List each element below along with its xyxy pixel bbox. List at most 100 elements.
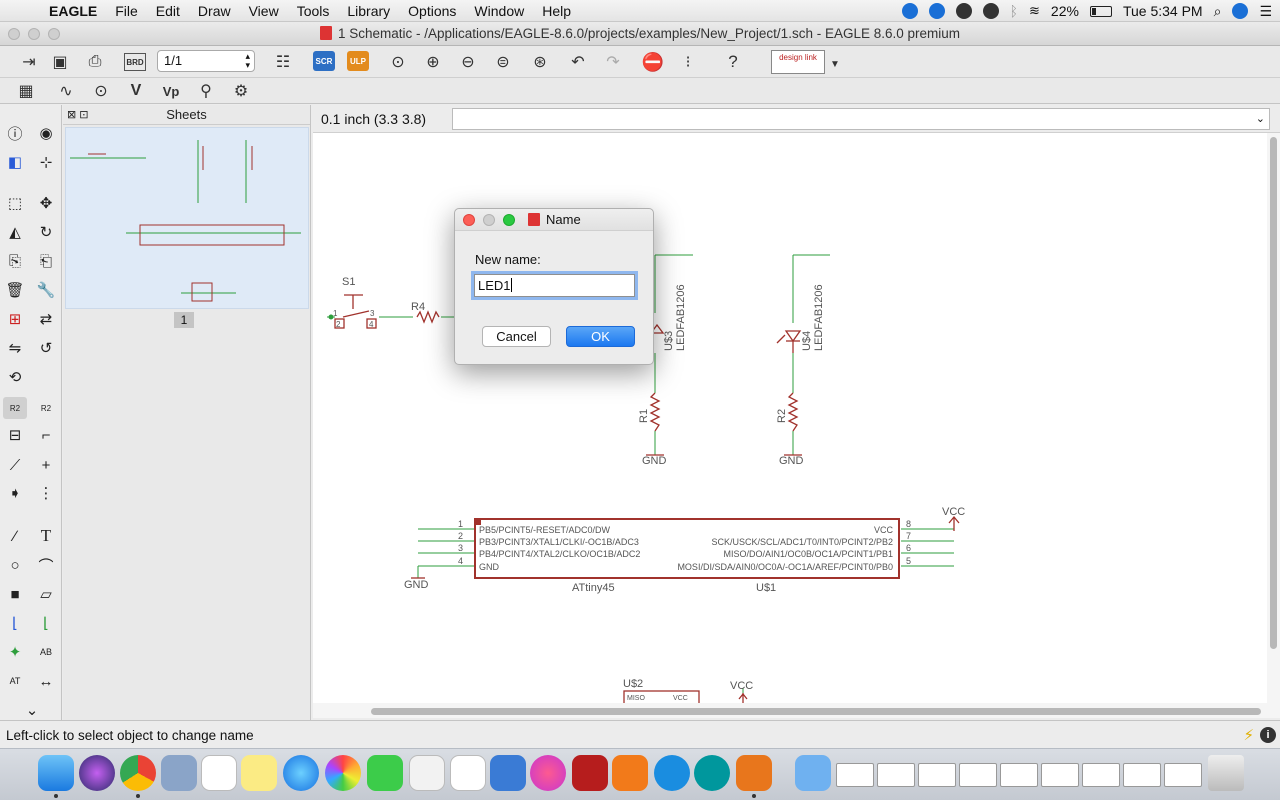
downloads-folder-icon[interactable] xyxy=(795,755,831,791)
gateswap-icon[interactable]: ↺ xyxy=(34,337,58,359)
rotate-icon[interactable]: ↻ xyxy=(34,221,58,243)
minimized-window-4[interactable] xyxy=(959,763,997,787)
value-icon[interactable]: V xyxy=(123,79,149,103)
design-link-button[interactable]: design link xyxy=(771,50,825,74)
sheet-number-tab[interactable]: 1 xyxy=(174,312,194,328)
menu-library[interactable]: Library xyxy=(338,0,399,22)
finder-icon[interactable] xyxy=(38,755,74,791)
align-icon[interactable]: ⋮ xyxy=(34,482,58,504)
dialog-zoom-button[interactable] xyxy=(503,214,515,226)
close-window-button[interactable] xyxy=(8,28,20,40)
show-eye-icon[interactable]: ◉ xyxy=(34,122,58,144)
bluetooth-icon[interactable]: ᛒ xyxy=(1010,3,1018,19)
ok-button[interactable]: OK xyxy=(566,326,635,347)
arduino-icon[interactable] xyxy=(694,755,730,791)
facetime-icon[interactable] xyxy=(367,755,403,791)
miter-icon[interactable]: ⌐ xyxy=(34,424,58,446)
minimized-window-2[interactable] xyxy=(877,763,915,787)
zoom-window-button[interactable] xyxy=(48,28,60,40)
add-part-icon[interactable]: ⊞ xyxy=(3,308,27,330)
circle-icon[interactable]: ○ xyxy=(3,554,27,576)
minimize-window-button[interactable] xyxy=(28,28,40,40)
zoom-in-icon[interactable]: ⊕ xyxy=(420,50,446,74)
notification-center-icon[interactable]: ☰ xyxy=(1259,3,1272,20)
textedit-icon[interactable] xyxy=(409,755,445,791)
save-icon[interactable]: ▣ xyxy=(47,50,73,74)
copy-icon[interactable]: ⎘ xyxy=(3,250,27,272)
replace-part-icon[interactable]: ⇄ xyxy=(34,308,58,330)
malwarebytes-icon[interactable] xyxy=(982,3,999,19)
menu-edit[interactable]: Edit xyxy=(147,0,189,22)
print-icon[interactable]: ⎙ xyxy=(82,50,108,74)
command-line-input[interactable]: ⌄ xyxy=(452,108,1270,130)
zoom-select-icon[interactable]: ⊛ xyxy=(527,50,553,74)
text-icon[interactable]: T xyxy=(34,525,58,547)
move-icon[interactable]: ✥ xyxy=(34,192,58,214)
menu-options[interactable]: Options xyxy=(399,0,465,22)
pinswap-icon[interactable]: ⇋ xyxy=(3,337,27,359)
siri-dock-icon[interactable] xyxy=(79,755,115,791)
menu-view[interactable]: View xyxy=(240,0,288,22)
cloud-sync-icon[interactable] xyxy=(901,3,918,19)
expand-palette-icon[interactable]: ⌄ xyxy=(20,699,44,721)
minimized-window-7[interactable] xyxy=(1082,763,1120,787)
sheet-thumbnail[interactable] xyxy=(65,127,309,309)
stop-command-icon[interactable]: ⛔ xyxy=(640,50,666,74)
redraw-icon[interactable]: ⊜ xyxy=(490,50,516,74)
name-tool-icon[interactable]: R2 xyxy=(3,397,27,419)
calendar-icon[interactable] xyxy=(201,755,237,791)
zoom-to-fit-icon[interactable]: ⊙ xyxy=(385,50,411,74)
delete-icon[interactable]: 🗑 xyxy=(3,279,27,301)
music-icon[interactable] xyxy=(530,755,566,791)
design-link-dropdown-icon[interactable]: ▼ xyxy=(822,52,848,76)
chrome-icon[interactable] xyxy=(120,755,156,791)
screen-record-icon[interactable] xyxy=(955,3,972,19)
redo-icon[interactable]: ↷ xyxy=(600,50,626,74)
lightning-icon[interactable]: ⚡ xyxy=(1243,726,1254,744)
teamviewer-icon[interactable] xyxy=(928,3,945,19)
line-icon[interactable]: ∕ xyxy=(3,525,27,547)
fusion-360-icon[interactable] xyxy=(612,755,648,791)
command-history-dropdown-icon[interactable]: ⌄ xyxy=(1256,112,1265,125)
safari-icon[interactable] xyxy=(283,755,319,791)
sheet-selector[interactable]: 1/1 ▴ ▾ xyxy=(157,50,255,72)
horizontal-scrollbar[interactable] xyxy=(313,703,1267,718)
open-file-icon[interactable]: ⇥ xyxy=(16,50,42,74)
minimized-window-8[interactable] xyxy=(1123,763,1161,787)
help-icon[interactable]: ? xyxy=(720,50,746,74)
info-circle-icon[interactable]: i xyxy=(1260,727,1276,743)
close-panel-icon[interactable]: ⊠ ⊡ xyxy=(67,105,89,125)
keynote-icon[interactable] xyxy=(490,755,526,791)
wrench-icon[interactable]: 🔧 xyxy=(34,279,58,301)
go-icon[interactable]: ⁝ xyxy=(675,50,701,74)
switch-to-board-icon[interactable]: BRD xyxy=(124,53,146,71)
paste-icon[interactable]: ⎗ xyxy=(34,250,58,272)
mark-icon[interactable]: ⊹ xyxy=(34,151,58,173)
cancel-button[interactable]: Cancel xyxy=(482,326,551,347)
clock[interactable]: Tue 5:34 PM xyxy=(1123,3,1203,19)
split-icon[interactable]: ⟋ xyxy=(3,454,27,476)
menu-draw[interactable]: Draw xyxy=(189,0,240,22)
layer-settings-icon[interactable]: ☷ xyxy=(270,50,296,74)
zoom-out-icon[interactable]: ⊖ xyxy=(455,50,481,74)
invoke-icon[interactable]: ⟲ xyxy=(3,366,27,388)
wire-style-icon[interactable]: ∿ xyxy=(53,79,79,103)
minimized-window-5[interactable] xyxy=(1000,763,1038,787)
notes-icon[interactable] xyxy=(241,755,277,791)
info-icon[interactable]: ⓘ xyxy=(3,122,27,144)
vertical-scroll-thumb[interactable] xyxy=(1270,137,1277,649)
preview-icon[interactable] xyxy=(161,755,197,791)
run-script-icon[interactable]: SCR xyxy=(313,51,335,71)
menu-app[interactable]: EAGLE xyxy=(40,0,106,22)
menu-window[interactable]: Window xyxy=(465,0,533,22)
polygon-icon[interactable]: ▱ xyxy=(34,583,58,605)
minimized-window-3[interactable] xyxy=(918,763,956,787)
dimension-icon[interactable]: ↔ xyxy=(34,670,58,692)
minimized-window-1[interactable] xyxy=(836,763,874,787)
smash-icon[interactable]: ⊟ xyxy=(3,424,27,446)
net-break-icon[interactable]: ➧ xyxy=(3,482,27,504)
junction-icon[interactable]: ✦ xyxy=(3,641,27,663)
menu-tools[interactable]: Tools xyxy=(288,0,339,22)
photos-icon[interactable] xyxy=(325,755,361,791)
numbers-icon[interactable] xyxy=(450,755,486,791)
